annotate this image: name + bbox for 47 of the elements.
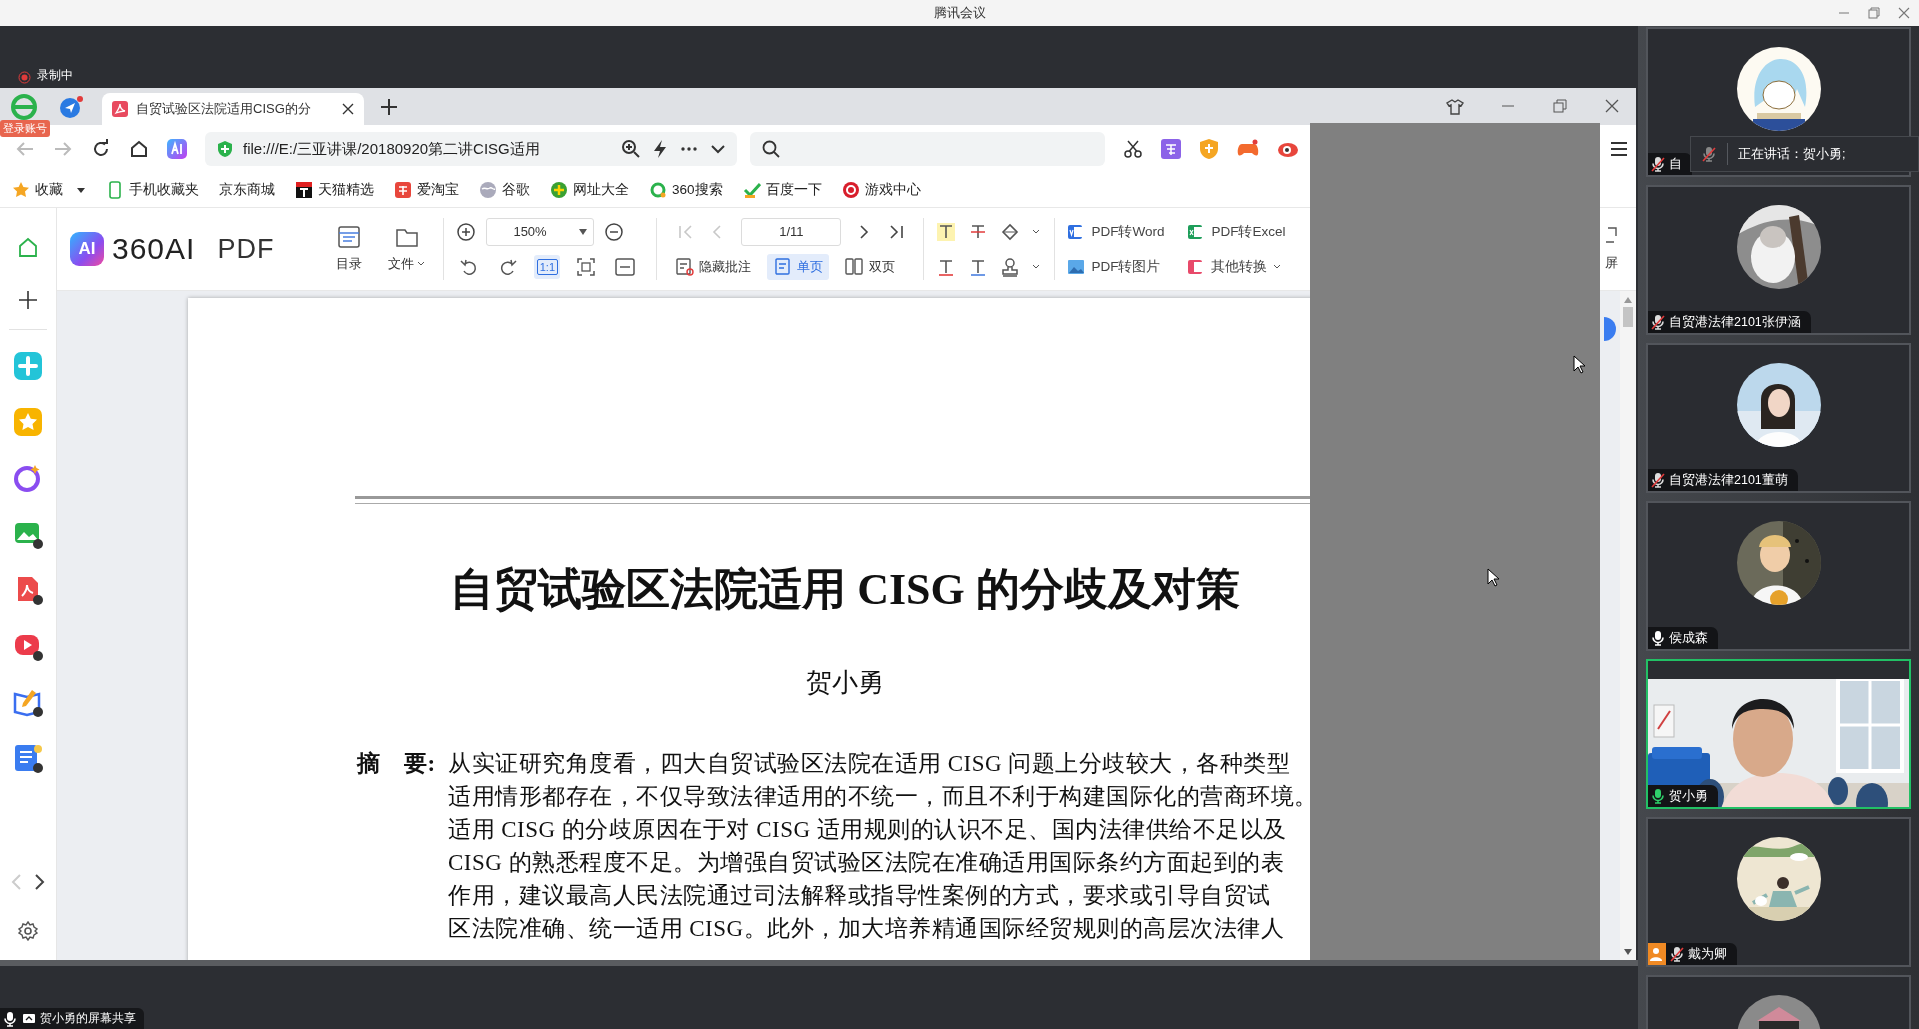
abstract-text-line: CISG 的熟悉程度不足。为增强自贸试验区法院在准确适用国际条约方面起到的表	[448, 849, 1286, 877]
abstract-text-line: 区法院准确、统一适用 CISG。此外，加大培养精通国际经贸规则的高层次法律人	[448, 915, 1286, 943]
participant-name: 自	[1669, 155, 1682, 173]
abstract-text-line: 从实证研究角度看，四大自贸试验区法院在适用 CISG 问题上分歧较大，各种类型	[448, 750, 1292, 778]
app-logo-text: 360AI	[112, 232, 196, 266]
bookmark-link[interactable]: 游戏中心	[841, 181, 921, 199]
abstract-text-line: 适用 CISG 的分歧原因在于对 CISG 适用规则的认识不足、国内法律供给不足以及	[448, 816, 1288, 844]
bookmark-link[interactable]: 手机收藏夹	[106, 181, 199, 199]
speaking-text: 正在讲话：贺小勇;	[1738, 145, 1846, 163]
abstract-text-line: 作用，建议最高人民法院通过司法解释或指导性案例的方式，要求或引导自贸试	[448, 882, 1272, 910]
abstract-text-line: 适用情形都存在，不仅导致法律适用的不统一，而且不利于构建国际化的营商环境。	[448, 783, 1318, 811]
convert-button[interactable]: PDF转Word	[1067, 222, 1172, 241]
convert-button[interactable]: PDF转Excel	[1187, 222, 1292, 241]
document-title: 自贸试验区法院适用 CISG 的分歧及对策	[450, 565, 1240, 614]
app-logo-badge: AI	[70, 232, 104, 266]
zoom-dropdown[interactable]: 150%	[486, 217, 595, 246]
recording-label: 录制中	[37, 67, 73, 84]
view-mode-button[interactable]: 隐藏批注	[669, 253, 758, 280]
bookmark-link[interactable]: 收藏	[12, 181, 86, 199]
bookmark-link[interactable]: 京东商城	[219, 181, 275, 199]
participant-name: 自贸港法律2101张伊涵	[1669, 313, 1801, 331]
screen-share-label: 贺小勇的屏幕共享	[0, 1008, 144, 1029]
toolbar-button[interactable]: 文件	[388, 225, 426, 273]
bookmark-link[interactable]: 百度一下	[742, 181, 822, 199]
page-number-field[interactable]: 1/11	[741, 217, 842, 246]
document-author: 贺小勇	[806, 668, 884, 697]
convert-button[interactable]: PDF转图片	[1067, 257, 1172, 276]
view-mode-button[interactable]: 单页	[767, 253, 830, 280]
bookmark-link[interactable]: 天猫精选	[295, 181, 374, 199]
fullscreen-label[interactable]: 屏	[1605, 254, 1618, 272]
participant-name: 贺小勇	[1669, 787, 1708, 805]
bookmark-link[interactable]: 谷歌	[479, 181, 530, 199]
participant-name: 戴为卿	[1688, 945, 1727, 963]
bookmark-link[interactable]: 爱淘宝	[394, 181, 459, 199]
actual-size-button[interactable]: 1:1	[534, 254, 561, 279]
browser-tab[interactable]: 自贸试验区法院适用CISG的分	[102, 93, 364, 125]
convert-button[interactable]: 其他转换	[1187, 257, 1292, 276]
abstract-label: 摘 要:	[355, 750, 437, 778]
address-bar[interactable]: file:///E:/三亚讲课/20180920第二讲CISG适用	[205, 132, 737, 166]
participant-name: 自贸港法律2101董萌	[1669, 471, 1788, 489]
view-mode-button[interactable]: 双页	[839, 253, 902, 280]
window-title: 腾讯会议	[933, 5, 986, 20]
bookmark-link[interactable]: 网址大全	[550, 181, 629, 199]
app-logo-text: PDF	[217, 233, 275, 265]
participant-name: 侯成森	[1669, 629, 1708, 647]
toolbar-button[interactable]: 目录	[336, 225, 363, 273]
bookmark-link[interactable]: 360搜索	[649, 181, 723, 199]
